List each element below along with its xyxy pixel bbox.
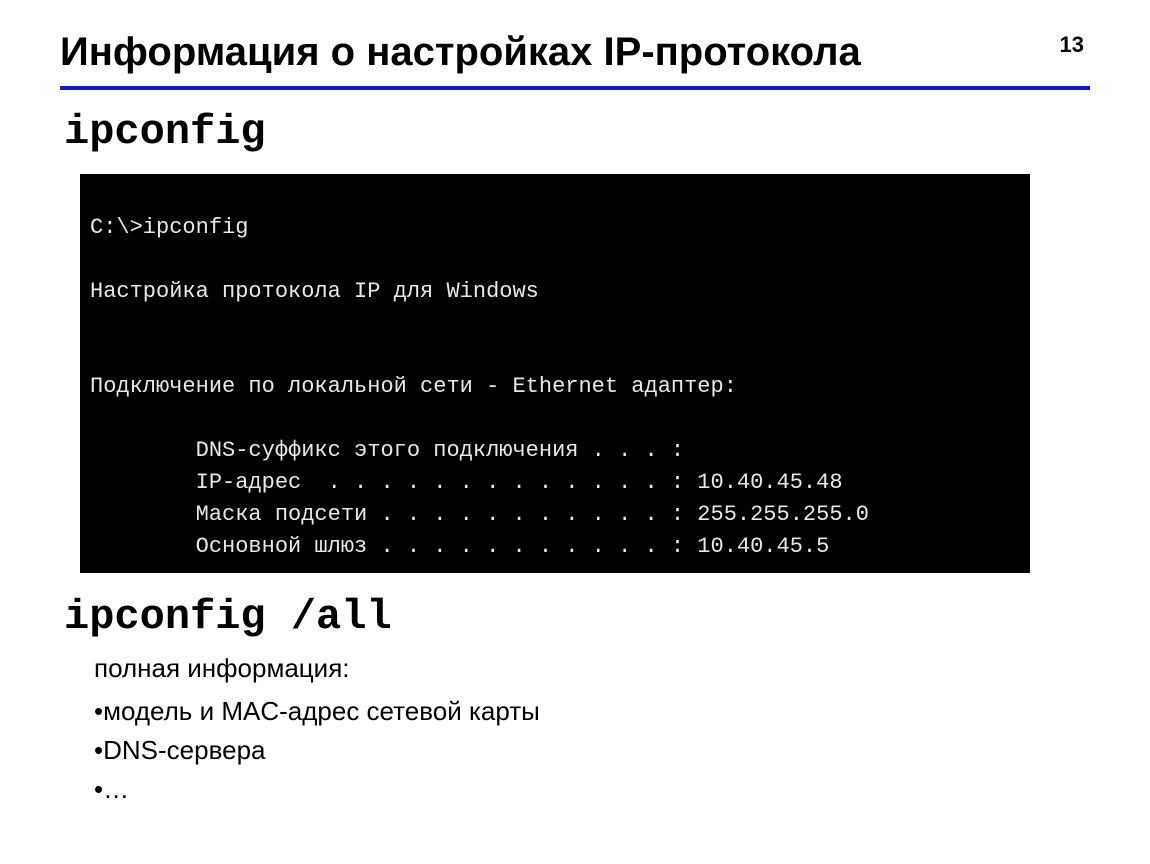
- terminal-header-line: Настройка протокола IP для Windows: [90, 279, 539, 304]
- terminal-detail-line: Основной шлюз . . . . . . . . . . . : 10…: [90, 534, 829, 559]
- info-bullets: модель и MAC-адрес сетевой карты DNS-сер…: [94, 692, 1150, 809]
- terminal-adapter-line: Подключение по локальной сети - Ethernet…: [90, 374, 737, 399]
- command-ipconfig-all: ipconfig /all: [64, 593, 1150, 641]
- terminal-detail-line: IP-адрес . . . . . . . . . . . . . : 10.…: [90, 470, 843, 495]
- terminal-prompt-line: C:\>ipconfig: [90, 215, 248, 240]
- info-header: полная информация:: [94, 649, 1150, 688]
- terminal-output: C:\>ipconfig Настройка протокола IP для …: [80, 174, 1030, 573]
- slide-header: Информация о настройках IP-протокола 13: [0, 0, 1150, 76]
- bullet-item: DNS-сервера: [94, 731, 1150, 770]
- bullet-item: модель и MAC-адрес сетевой карты: [94, 692, 1150, 731]
- info-block: полная информация: модель и MAC-адрес се…: [94, 649, 1150, 809]
- terminal-detail-line: Маска подсети . . . . . . . . . . . : 25…: [90, 502, 869, 527]
- command-ipconfig: ipconfig: [64, 108, 1150, 156]
- title-underline: [60, 86, 1090, 90]
- slide-title: Информация о настройках IP-протокола: [60, 28, 861, 76]
- bullet-item: …: [94, 770, 1150, 809]
- terminal-detail-line: DNS-суффикс этого подключения . . . :: [90, 438, 684, 463]
- page-number: 13: [1060, 28, 1090, 58]
